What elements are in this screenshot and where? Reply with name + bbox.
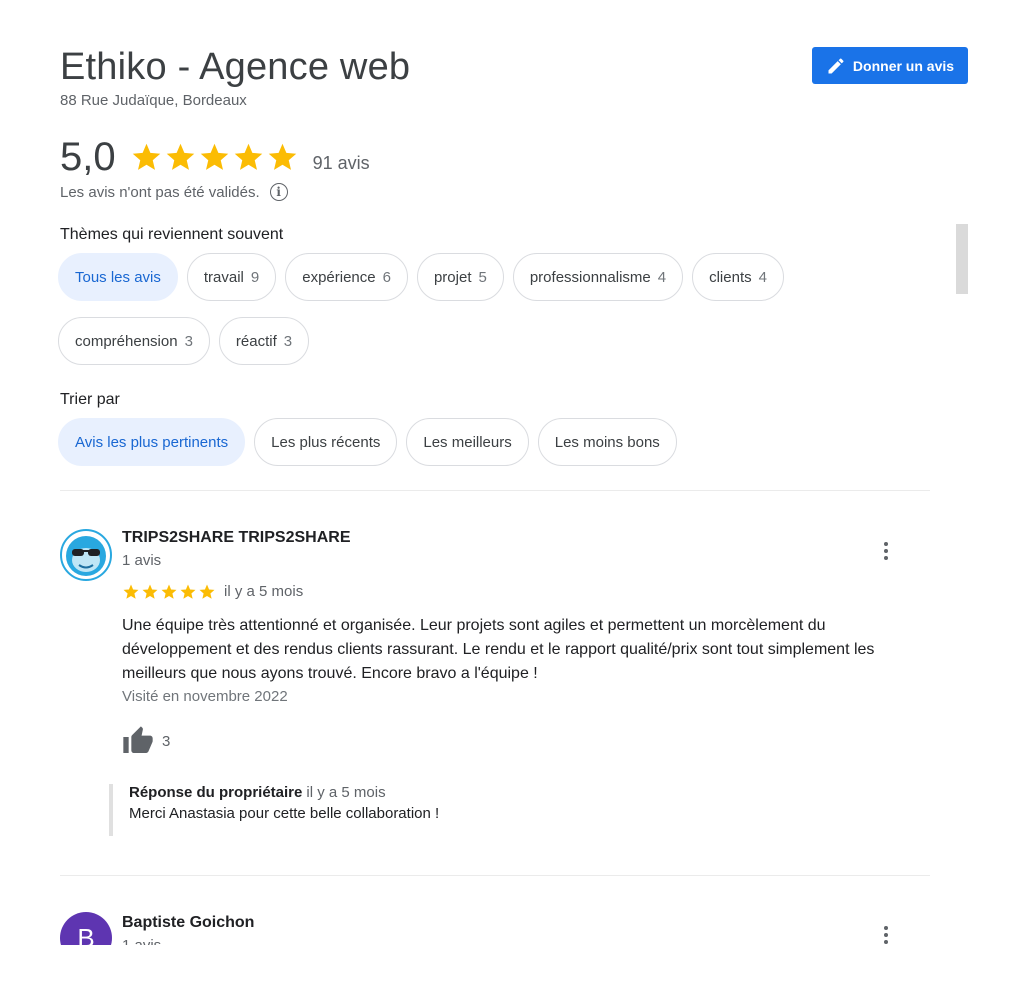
unverified-note: Les avis n'ont pas été validés. i	[60, 183, 288, 201]
avatar[interactable]	[60, 529, 112, 581]
thumbs-up-icon	[123, 726, 153, 753]
like-count: 3	[162, 732, 171, 750]
chip-experience[interactable]: expérience 6	[285, 253, 408, 301]
chip-reactif[interactable]: réactif 3	[218, 317, 310, 365]
chip-count: 4	[758, 268, 767, 286]
sort-options: Avis les plus pertinents Les plus récent…	[58, 418, 677, 466]
chip-travail[interactable]: travail 9	[186, 253, 277, 301]
more-options-button[interactable]	[876, 923, 896, 947]
owner-reply-label: Réponse du propriétaire	[129, 784, 303, 801]
chip-label: clients	[709, 268, 752, 286]
chip-label: professionnalisme	[529, 268, 651, 286]
review-date: il y a 5 mois	[224, 583, 304, 600]
chip-label: travail	[203, 268, 244, 286]
star-icon	[123, 584, 139, 599]
chip-comprehension[interactable]: compréhension 3	[58, 317, 210, 365]
star-icon	[166, 143, 194, 170]
sort-most-relevant[interactable]: Avis les plus pertinents	[58, 418, 246, 466]
chip-label: réactif	[235, 332, 277, 350]
reviewer-name[interactable]: Baptiste Goichon	[122, 914, 254, 932]
theme-chips-row-2: compréhension 3 réactif 3	[58, 317, 310, 365]
write-review-button[interactable]: Donner un avis	[812, 47, 968, 84]
chip-count: 5	[478, 268, 487, 286]
chip-count: 6	[382, 268, 391, 286]
star-icon	[161, 584, 177, 599]
themes-label: Thèmes qui reviennent souvent	[60, 226, 284, 243]
owner-reply-text: Merci Anastasia pour cette belle collabo…	[129, 805, 440, 822]
chip-professionnalisme[interactable]: professionnalisme 4	[512, 253, 684, 301]
write-review-label: Donner un avis	[852, 57, 955, 74]
chip-all-reviews[interactable]: Tous les avis	[58, 253, 178, 301]
info-icon[interactable]: i	[269, 183, 288, 201]
visited-date: Visité en novembre 2022	[122, 688, 288, 705]
chip-label: compréhension	[75, 332, 178, 350]
chip-clients[interactable]: clients 4	[692, 253, 784, 301]
rating-value: 5,0	[60, 135, 116, 179]
scrollbar-thumb[interactable]	[956, 224, 968, 294]
owner-reply: Réponse du propriétaire il y a 5 mois Mer…	[109, 784, 439, 836]
divider	[60, 490, 930, 491]
sort-lowest[interactable]: Les moins bons	[537, 418, 677, 466]
chip-label: projet	[433, 268, 472, 286]
rating-stars	[130, 141, 299, 174]
chip-count: 3	[184, 332, 193, 350]
place-address: 88 Rue Judaïque, Bordeaux	[60, 92, 247, 109]
star-icon	[180, 584, 196, 599]
chip-label: Tous les avis	[75, 268, 161, 286]
reviewer-name[interactable]: TRIPS2SHARE TRIPS2SHARE	[122, 529, 351, 547]
star-icon	[200, 143, 228, 170]
sort-newest[interactable]: Les plus récents	[254, 418, 398, 466]
star-icon	[132, 143, 160, 170]
sort-highest[interactable]: Les meilleurs	[406, 418, 529, 466]
chip-count: 4	[657, 268, 667, 286]
unverified-text: Les avis n'ont pas été validés.	[60, 183, 260, 201]
reviewer-meta: 1 avis	[122, 552, 162, 569]
chip-label: expérience	[302, 268, 376, 286]
sort-label: Trier par	[60, 391, 120, 408]
like-button[interactable]: 3	[122, 725, 170, 757]
divider	[60, 875, 930, 876]
star-icon	[199, 584, 215, 599]
more-options-button[interactable]	[876, 539, 896, 563]
place-title: Ethiko - Agence web	[60, 46, 411, 88]
pencil-icon	[828, 57, 844, 73]
review-text: Une équipe très attentionné et organisée…	[122, 617, 875, 682]
review-stars	[122, 583, 216, 601]
chip-count: 9	[250, 268, 260, 286]
chip-count: 3	[283, 332, 293, 350]
theme-chips-row-1: Tous les avis travail 9 expérience 6 proje…	[58, 253, 784, 301]
owner-reply-date: il y a 5 mois	[306, 784, 386, 801]
viewport-bottom-mask	[0, 945, 1024, 990]
review-count[interactable]: 91 avis	[313, 153, 370, 174]
rating-summary: 5,0 91 avis	[60, 134, 370, 180]
star-icon	[142, 584, 158, 599]
chip-projet[interactable]: projet 5	[416, 253, 504, 301]
monkey-sunglasses-avatar-icon	[60, 529, 112, 581]
star-icon	[234, 143, 262, 170]
star-icon	[268, 143, 296, 170]
